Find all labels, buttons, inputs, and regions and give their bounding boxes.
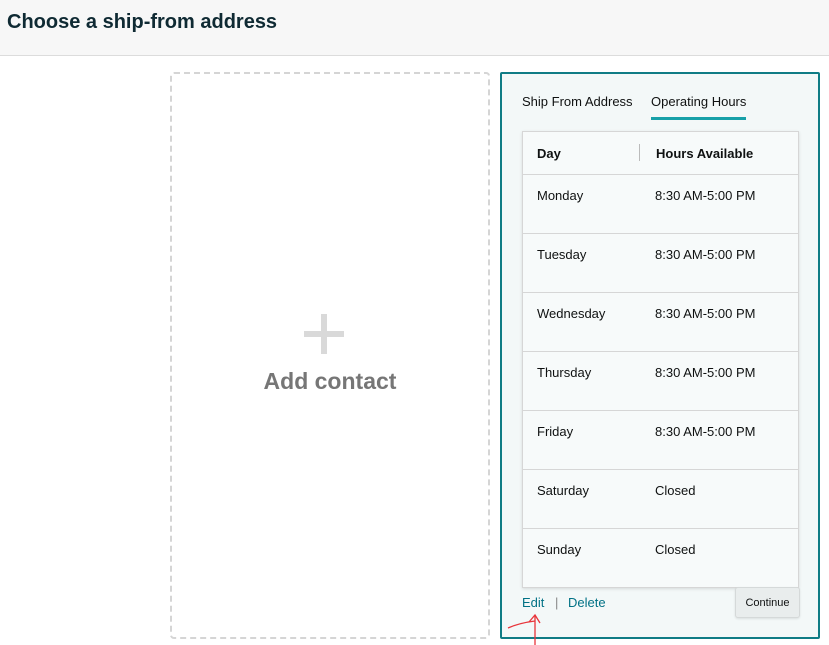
table-body: Monday 8:30 AM-5:00 PM Tuesday 8:30 AM-5… — [523, 175, 798, 588]
column-divider — [639, 144, 640, 161]
table-row: Monday 8:30 AM-5:00 PM — [523, 175, 798, 234]
hours-cell: 8:30 AM-5:00 PM — [655, 247, 756, 262]
hours-cell: 8:30 AM-5:00 PM — [655, 365, 756, 380]
hours-cell: Closed — [655, 542, 696, 557]
table-row: Thursday 8:30 AM-5:00 PM — [523, 352, 798, 411]
tab-operating-hours[interactable]: Operating Hours — [651, 94, 747, 120]
page-header: Choose a ship-from address — [0, 0, 829, 56]
annotation-arrow-icon — [507, 613, 541, 645]
table-row: Saturday Closed — [523, 470, 798, 529]
day-cell: Tuesday — [537, 247, 587, 262]
plus-icon — [304, 314, 344, 354]
continue-button[interactable]: Continue — [735, 587, 800, 618]
delete-link[interactable]: Delete — [568, 595, 606, 610]
table-row: Tuesday 8:30 AM-5:00 PM — [523, 234, 798, 293]
hours-cell: 8:30 AM-5:00 PM — [655, 306, 756, 321]
day-cell: Friday — [537, 424, 574, 439]
table-row: Sunday Closed — [523, 529, 798, 588]
edit-link[interactable]: Edit — [522, 595, 544, 610]
page-title: Choose a ship-from address — [7, 11, 278, 33]
day-cell: Wednesday — [537, 306, 606, 321]
day-cell: Sunday — [537, 542, 582, 557]
add-contact-card[interactable]: Add contact — [170, 72, 490, 639]
hours-cell: 8:30 AM-5:00 PM — [655, 188, 756, 203]
tab-ship-from-address[interactable]: Ship From Address — [522, 94, 633, 117]
action-separator: | — [555, 595, 559, 610]
day-cell: Thursday — [537, 365, 592, 380]
table-row: Wednesday 8:30 AM-5:00 PM — [523, 293, 798, 352]
ship-from-address-card[interactable]: Ship From Address Operating Hours Day Ho… — [500, 72, 820, 639]
operating-hours-table: Day Hours Available Monday 8:30 AM-5:00 … — [522, 131, 799, 588]
hours-cell: 8:30 AM-5:00 PM — [655, 424, 756, 439]
hours-cell: Closed — [655, 483, 696, 498]
table-header-row: Day Hours Available — [523, 132, 798, 175]
add-contact-label: Add contact — [263, 368, 397, 394]
day-cell: Monday — [537, 188, 584, 203]
table-row: Friday 8:30 AM-5:00 PM — [523, 411, 798, 470]
column-header-hours: Hours Available — [656, 146, 754, 161]
day-cell: Saturday — [537, 483, 590, 498]
column-header-day: Day — [537, 146, 561, 161]
